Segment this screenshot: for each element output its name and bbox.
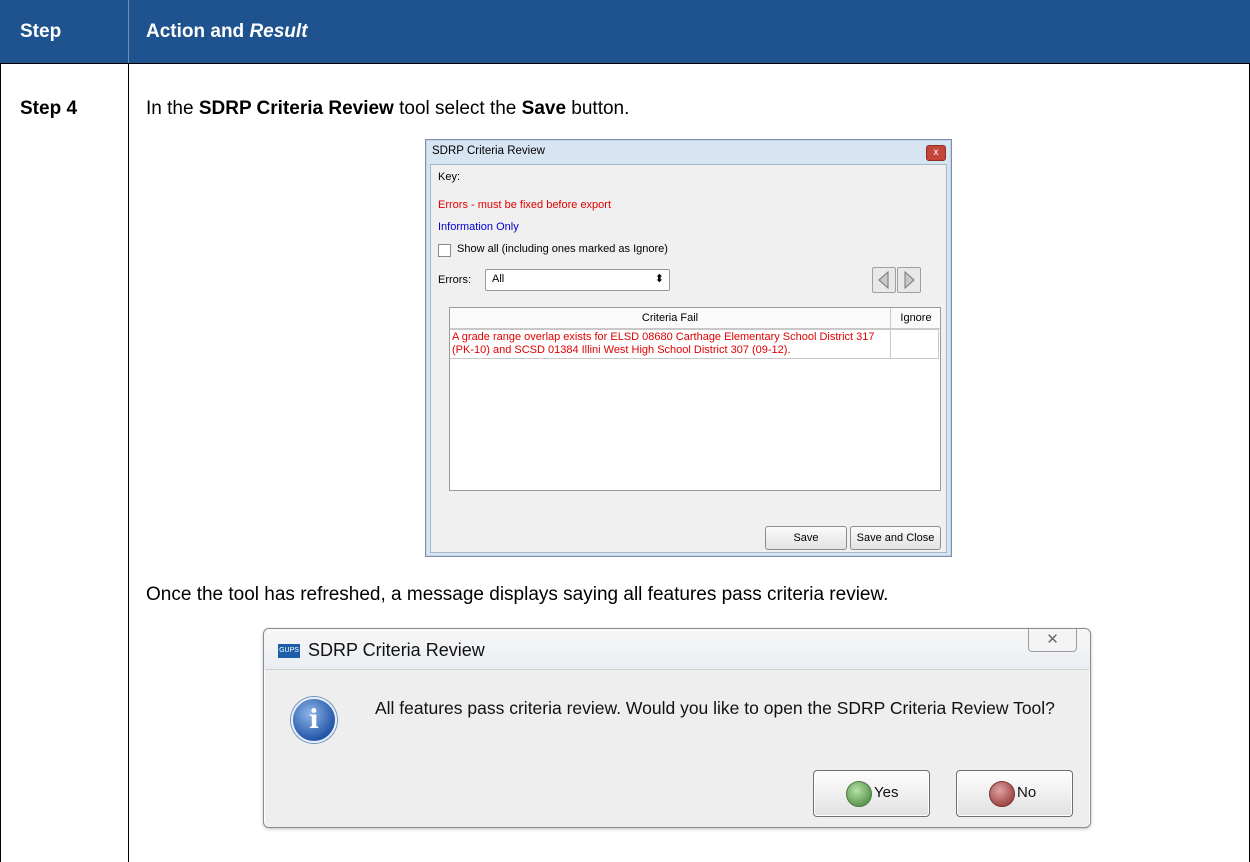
red-orb-icon [989,781,1015,807]
header-divider [128,0,129,63]
info-icon: i [291,697,337,743]
key-errors-text: Errors - must be fixed before export [438,199,612,211]
header-action-italic: Result [249,21,308,42]
table-header-rule [0,63,1250,64]
header-step: Step [20,21,62,42]
yes-button-label: Yes [874,784,899,801]
errors-filter-select[interactable]: All ⬍ [485,269,670,291]
step-label: Step 4 [20,98,78,119]
column-header-criteria-fail[interactable]: Criteria Fail [450,312,890,324]
next-error-button[interactable] [897,267,921,293]
table-left-border [0,63,1,862]
result-description: Once the tool has refreshed, a message d… [146,584,889,605]
green-orb-icon [846,781,872,807]
yes-button[interactable]: Yes [813,770,930,817]
instruction-part: button. [566,98,630,119]
close-icon[interactable]: x [926,145,946,161]
dialog-body: Key: Errors - must be fixed before expor… [430,164,947,553]
close-icon[interactable]: ✕ [1028,629,1077,652]
show-all-label: Show all (including ones marked as Ignor… [457,243,668,255]
updown-arrow-icon: ⬍ [654,273,664,285]
criteria-fail-cell: A grade range overlap exists for ELSD 08… [452,331,875,356]
criteria-review-dialog: SDRP Criteria Review x Key: Errors - mus… [425,139,952,557]
previous-error-button[interactable] [872,267,896,293]
criteria-table-header: Criteria Fail Ignore [450,308,940,329]
right-arrow-icon [904,270,915,290]
no-button-label: No [1017,784,1037,801]
key-label: Key: [438,171,461,183]
instruction-tool-name: SDRP Criteria Review [198,98,394,119]
save-and-close-button[interactable]: Save and Close [850,526,941,550]
app-logo-icon: GUPS [278,644,300,658]
errors-label: Errors: [438,274,471,286]
document-table: Step Action and Result Step 4 In the SDR… [0,0,1250,862]
left-arrow-icon [878,270,889,290]
table-header: Step Action and Result [0,0,1250,64]
show-all-checkbox[interactable] [438,244,451,257]
instruction-part: tool select the [393,98,522,119]
dialog-title: SDRP Criteria Review [432,145,545,157]
message-box-title: SDRP Criteria Review [308,640,485,660]
criteria-pass-message-box: GUPS SDRP Criteria Review ✕ i All featur… [263,628,1091,828]
table-column-divider [128,63,129,862]
header-action-prefix: Action and [146,21,250,42]
no-button[interactable]: No [956,770,1073,817]
errors-filter-value: All [492,273,505,285]
key-info-text: Information Only [438,221,519,233]
criteria-table: Criteria Fail Ignore A grade range overl… [449,307,941,491]
table-row[interactable]: A grade range overlap exists for ELSD 08… [450,329,939,359]
message-text: All features pass criteria review. Would… [375,698,1055,718]
save-button[interactable]: Save [765,526,847,550]
instruction-text: In the SDRP Criteria Review tool select … [146,98,629,120]
instruction-button-name: Save [521,98,567,119]
instruction-part: In the [146,98,199,119]
message-box-titlebar: GUPS SDRP Criteria Review ✕ [264,629,1090,669]
column-divider [890,330,891,358]
column-divider [890,308,891,328]
header-action: Action and Result [146,0,308,63]
column-header-ignore[interactable]: Ignore [892,312,940,324]
message-box-content: i All features pass criteria review. Wou… [265,669,1089,827]
